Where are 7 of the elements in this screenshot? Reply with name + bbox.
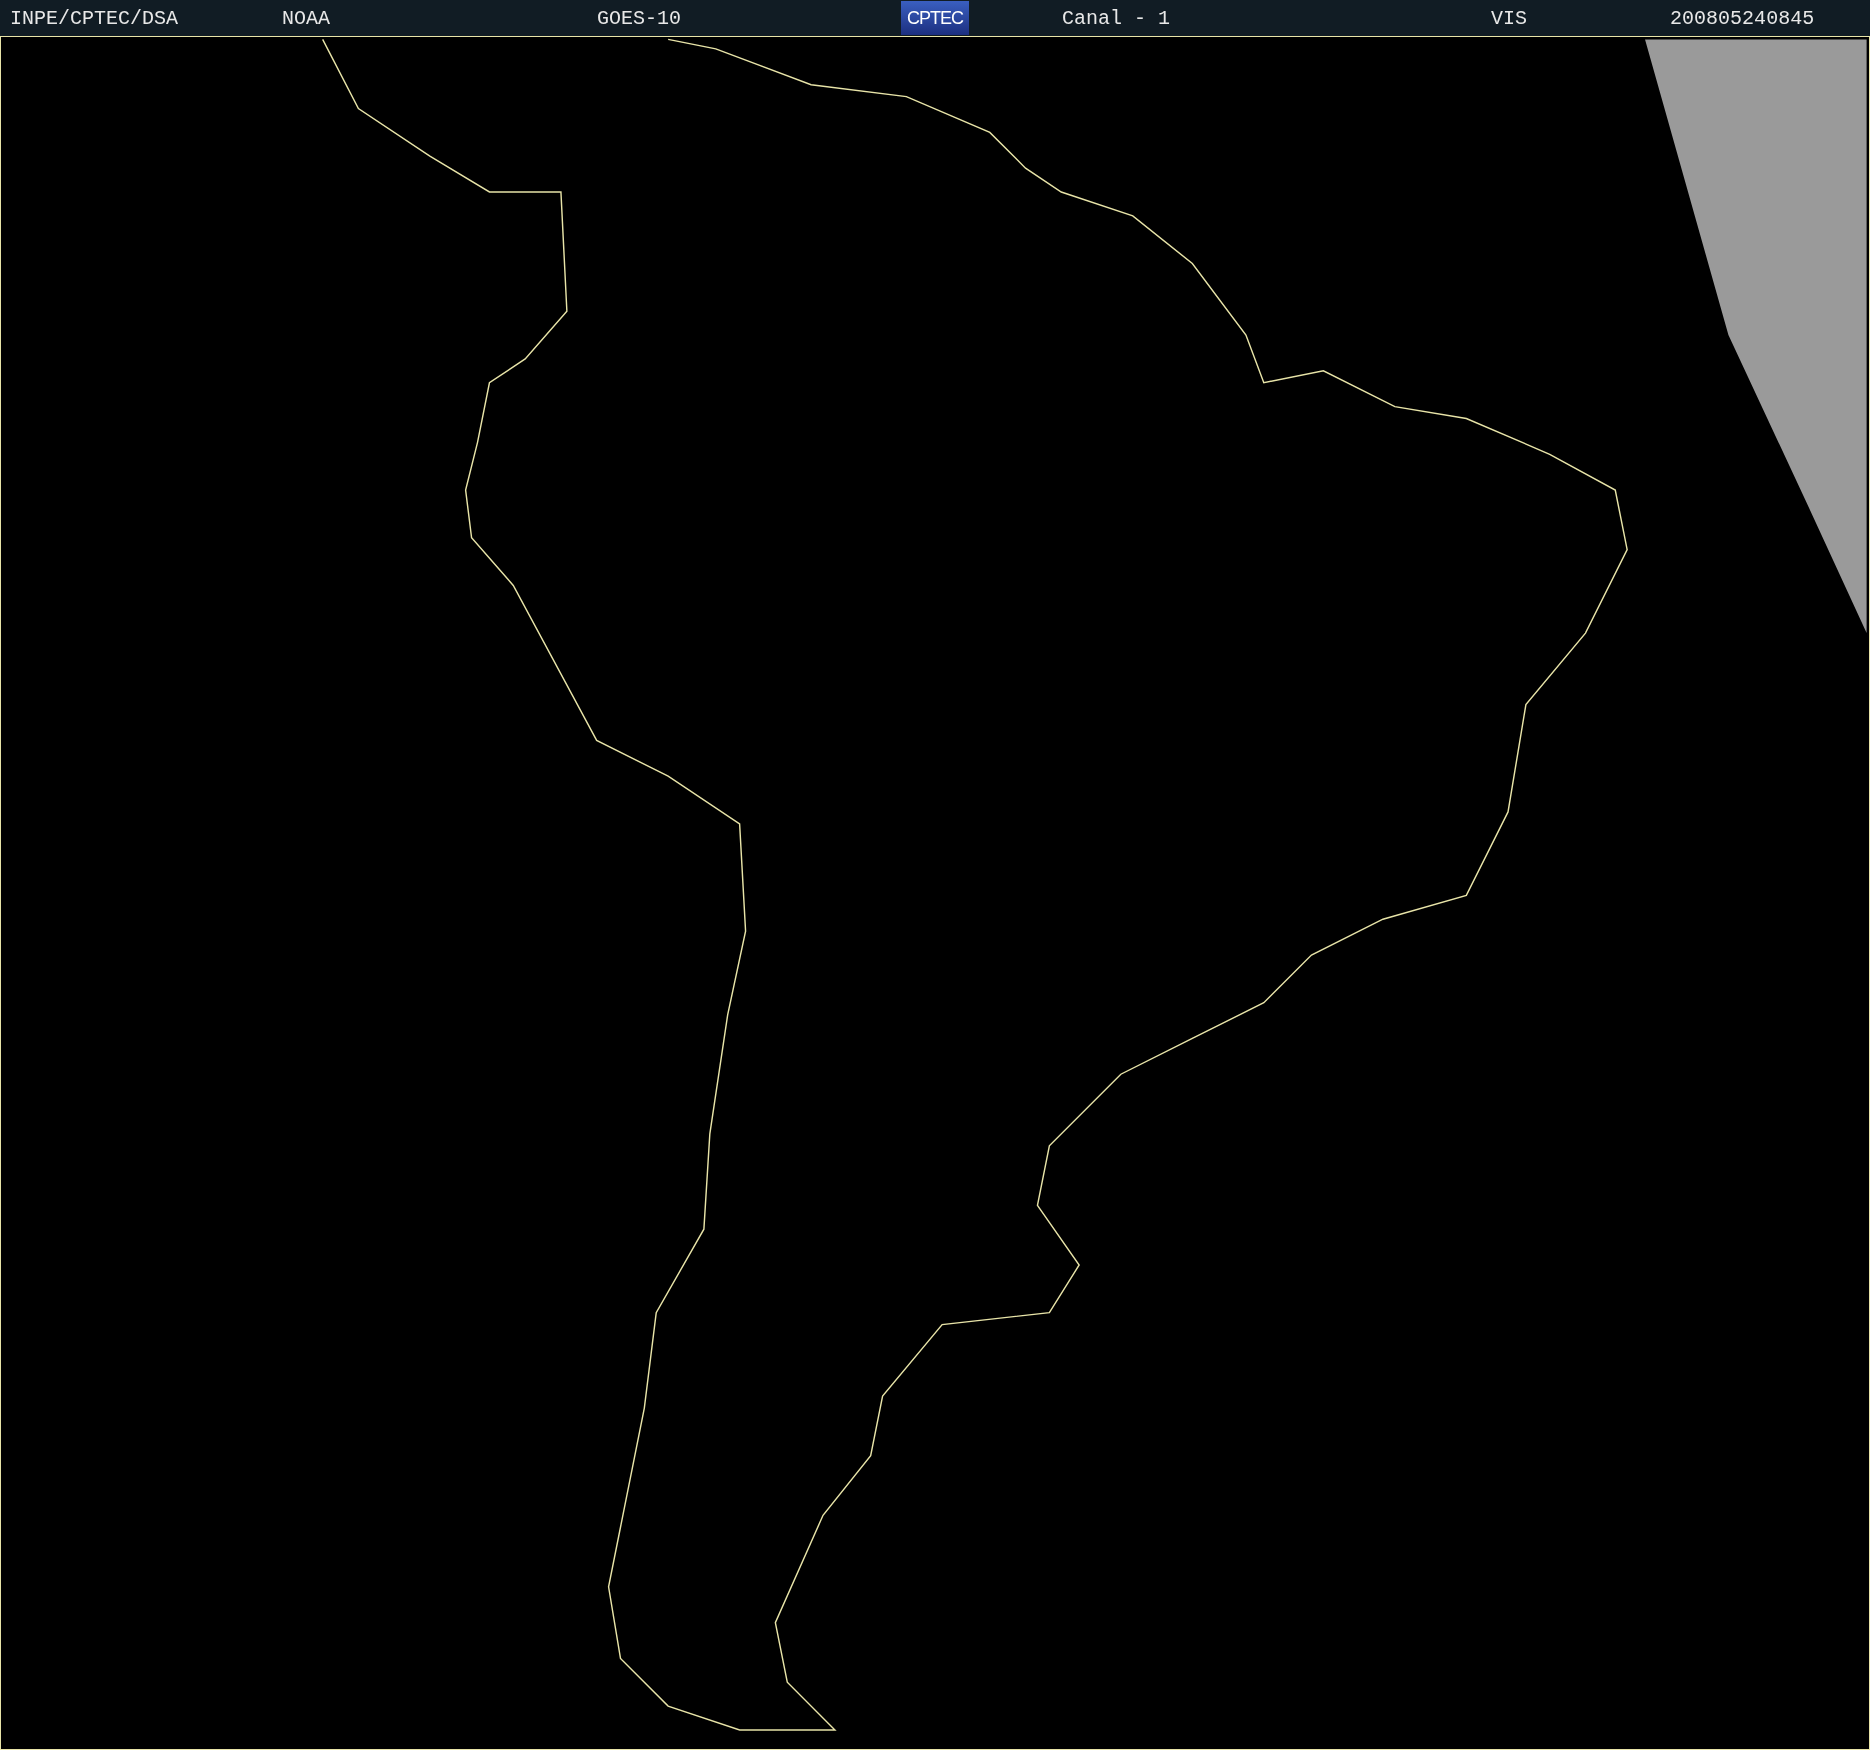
agency-label: NOAA [282, 6, 331, 30]
timestamp-label: 200805240845 [1670, 6, 1815, 30]
institution-label: INPE/CPTEC/DSA [10, 6, 179, 30]
satellite-label: GOES-10 [597, 6, 682, 30]
channel-label: Canal - 1 [1062, 6, 1171, 30]
logo: CPTEC [901, 1, 970, 35]
band-label: VIS [1491, 6, 1528, 30]
